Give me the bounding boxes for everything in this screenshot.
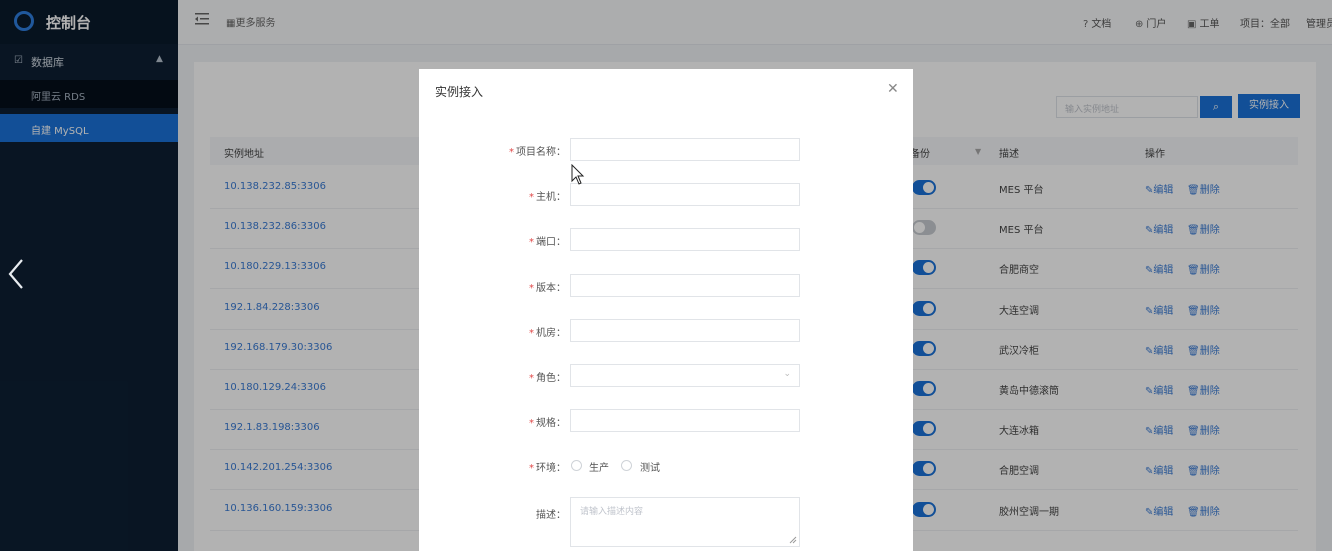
field-label: * 规格： bbox=[529, 414, 566, 429]
resize-grip-icon[interactable] bbox=[789, 536, 797, 544]
text-field[interactable] bbox=[570, 273, 800, 297]
field-label-text: 环境： bbox=[536, 463, 566, 474]
field-label: * 版本： bbox=[529, 279, 566, 294]
text-field[interactable] bbox=[570, 138, 800, 161]
form-row: * 规格： bbox=[419, 409, 913, 433]
form-row: * 角色： ⌄ bbox=[419, 364, 913, 388]
form-row: * 项目名称： bbox=[419, 138, 913, 162]
radio-label-test: 测试 bbox=[640, 463, 660, 474]
required-mark: * bbox=[509, 147, 514, 158]
close-icon[interactable]: ✕ bbox=[887, 81, 899, 97]
field-label-text: 角色： bbox=[536, 373, 566, 384]
field-label-text: 主机： bbox=[536, 192, 566, 204]
field-label: * 机房： bbox=[529, 324, 566, 339]
field-label: * 角色： bbox=[529, 369, 566, 384]
field-label-text: 机房： bbox=[536, 327, 566, 339]
chevron-down-icon: ⌄ bbox=[783, 369, 791, 379]
instance-access-dialog: 实例接入 ✕ * 项目名称： * 主机： * 端口： * 版本： * 机房： * 角色： ⌄ * 规格： *… bbox=[419, 69, 913, 551]
required-mark: * bbox=[529, 192, 534, 204]
back-arrow-icon[interactable] bbox=[2, 254, 32, 294]
required-mark: * bbox=[529, 463, 534, 474]
text-field[interactable] bbox=[570, 409, 800, 433]
field-label-env: * 环境： bbox=[529, 459, 566, 474]
form-row: * 机房： bbox=[419, 318, 913, 343]
required-mark: * bbox=[529, 237, 534, 249]
field-label-desc: 描述： bbox=[536, 510, 566, 521]
text-field[interactable] bbox=[570, 183, 800, 207]
field-label-text: 端口： bbox=[536, 237, 566, 249]
field-label: * 项目名称： bbox=[509, 143, 566, 158]
radio-test[interactable] bbox=[621, 460, 632, 471]
mouse-cursor-icon bbox=[571, 164, 585, 185]
form-row: * 端口： bbox=[419, 228, 913, 252]
field-label: * 端口： bbox=[529, 233, 566, 248]
text-field[interactable] bbox=[570, 228, 800, 252]
required-mark: * bbox=[529, 373, 534, 384]
field-label-text: 项目名称： bbox=[516, 147, 566, 158]
form-row-env: * 环境： 生产 测试 bbox=[419, 454, 913, 478]
description-placeholder: 请输入描述内容 bbox=[580, 507, 644, 517]
dialog-title: 实例接入 bbox=[435, 85, 484, 99]
field-label-text: 规格： bbox=[536, 418, 566, 430]
form-row: * 版本： bbox=[419, 273, 913, 298]
form-row: * 主机： bbox=[419, 183, 913, 207]
required-mark: * bbox=[529, 282, 534, 294]
description-textarea[interactable]: 请输入描述内容 bbox=[570, 497, 800, 547]
required-mark: * bbox=[529, 327, 534, 339]
required-mark: * bbox=[529, 418, 534, 430]
text-field[interactable] bbox=[570, 318, 800, 342]
radio-production[interactable] bbox=[571, 460, 582, 471]
field-label: * 主机： bbox=[529, 188, 566, 203]
role-select[interactable]: ⌄ bbox=[570, 364, 800, 387]
radio-label-production: 生产 bbox=[589, 463, 609, 474]
field-label-text: 版本： bbox=[536, 282, 566, 294]
